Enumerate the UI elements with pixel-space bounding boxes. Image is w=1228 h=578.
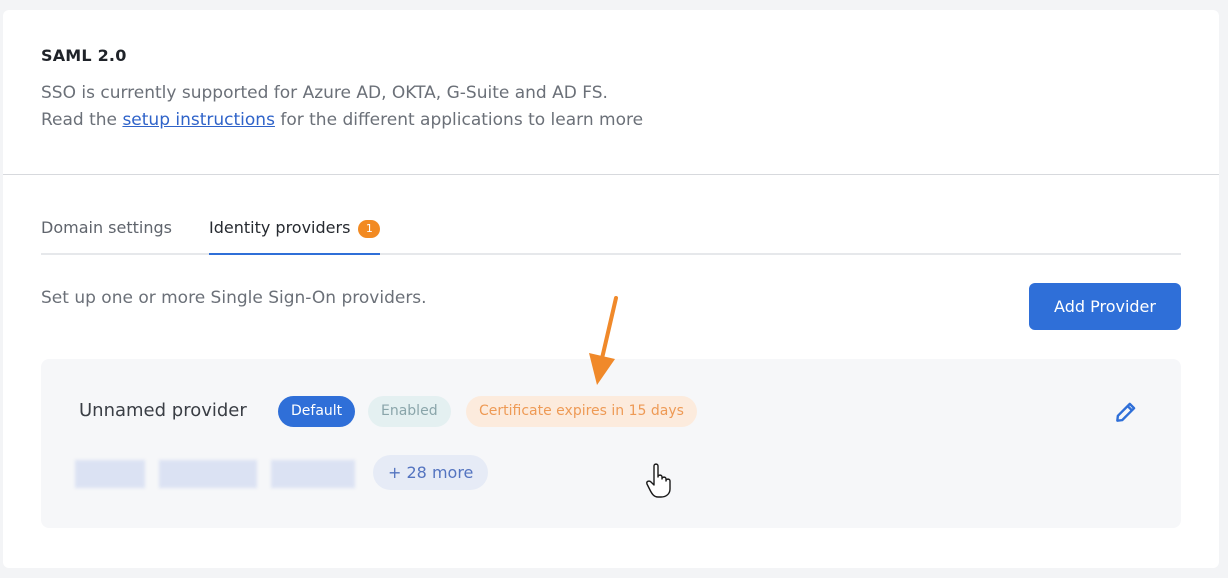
pencil-icon[interactable] bbox=[1113, 399, 1139, 425]
tab-label: Identity providers bbox=[209, 218, 351, 237]
redacted-domain bbox=[159, 460, 257, 488]
saml-settings-card: SAML 2.0 SSO is currently supported for … bbox=[3, 10, 1219, 568]
enabled-badge: Enabled bbox=[368, 396, 451, 427]
redacted-domain bbox=[75, 460, 145, 488]
certificate-expiry-badge: Certificate expires in 15 days bbox=[466, 396, 697, 427]
more-domains-chip[interactable]: + 28 more bbox=[373, 455, 489, 490]
arrow-down-icon bbox=[589, 296, 618, 385]
redacted-domain bbox=[271, 460, 355, 488]
default-badge: Default bbox=[278, 396, 356, 427]
saml-header: SAML 2.0 SSO is currently supported for … bbox=[41, 46, 1199, 134]
page-title: SAML 2.0 bbox=[41, 46, 127, 65]
add-provider-button[interactable]: Add Provider bbox=[1029, 283, 1181, 330]
provider-name: Unnamed provider bbox=[79, 400, 247, 421]
divider bbox=[3, 174, 1219, 175]
setup-instructions-link[interactable]: setup instructions bbox=[122, 110, 275, 130]
setup-instructions-text: Read the setup instructions for the diff… bbox=[41, 107, 1199, 134]
notification-badge: 1 bbox=[358, 220, 381, 238]
tab-identity-providers[interactable]: Identity providers 1 bbox=[209, 213, 381, 255]
tab-domain-settings[interactable]: Domain settings bbox=[41, 213, 172, 253]
instructions-prefix: Read the bbox=[41, 110, 118, 130]
instructions-suffix: for the different applications to learn … bbox=[280, 110, 644, 130]
providers-description: Set up one or more Single Sign-On provid… bbox=[41, 288, 427, 308]
supported-providers-text: SSO is currently supported for Azure AD,… bbox=[41, 83, 608, 103]
hand-pointer-icon bbox=[646, 463, 671, 498]
tab-label: Domain settings bbox=[41, 218, 172, 237]
active-tab-indicator bbox=[209, 253, 381, 255]
settings-tabs: Domain settings Identity providers 1 bbox=[41, 213, 1181, 255]
saml-description: SSO is currently supported for Azure AD,… bbox=[41, 80, 1199, 134]
